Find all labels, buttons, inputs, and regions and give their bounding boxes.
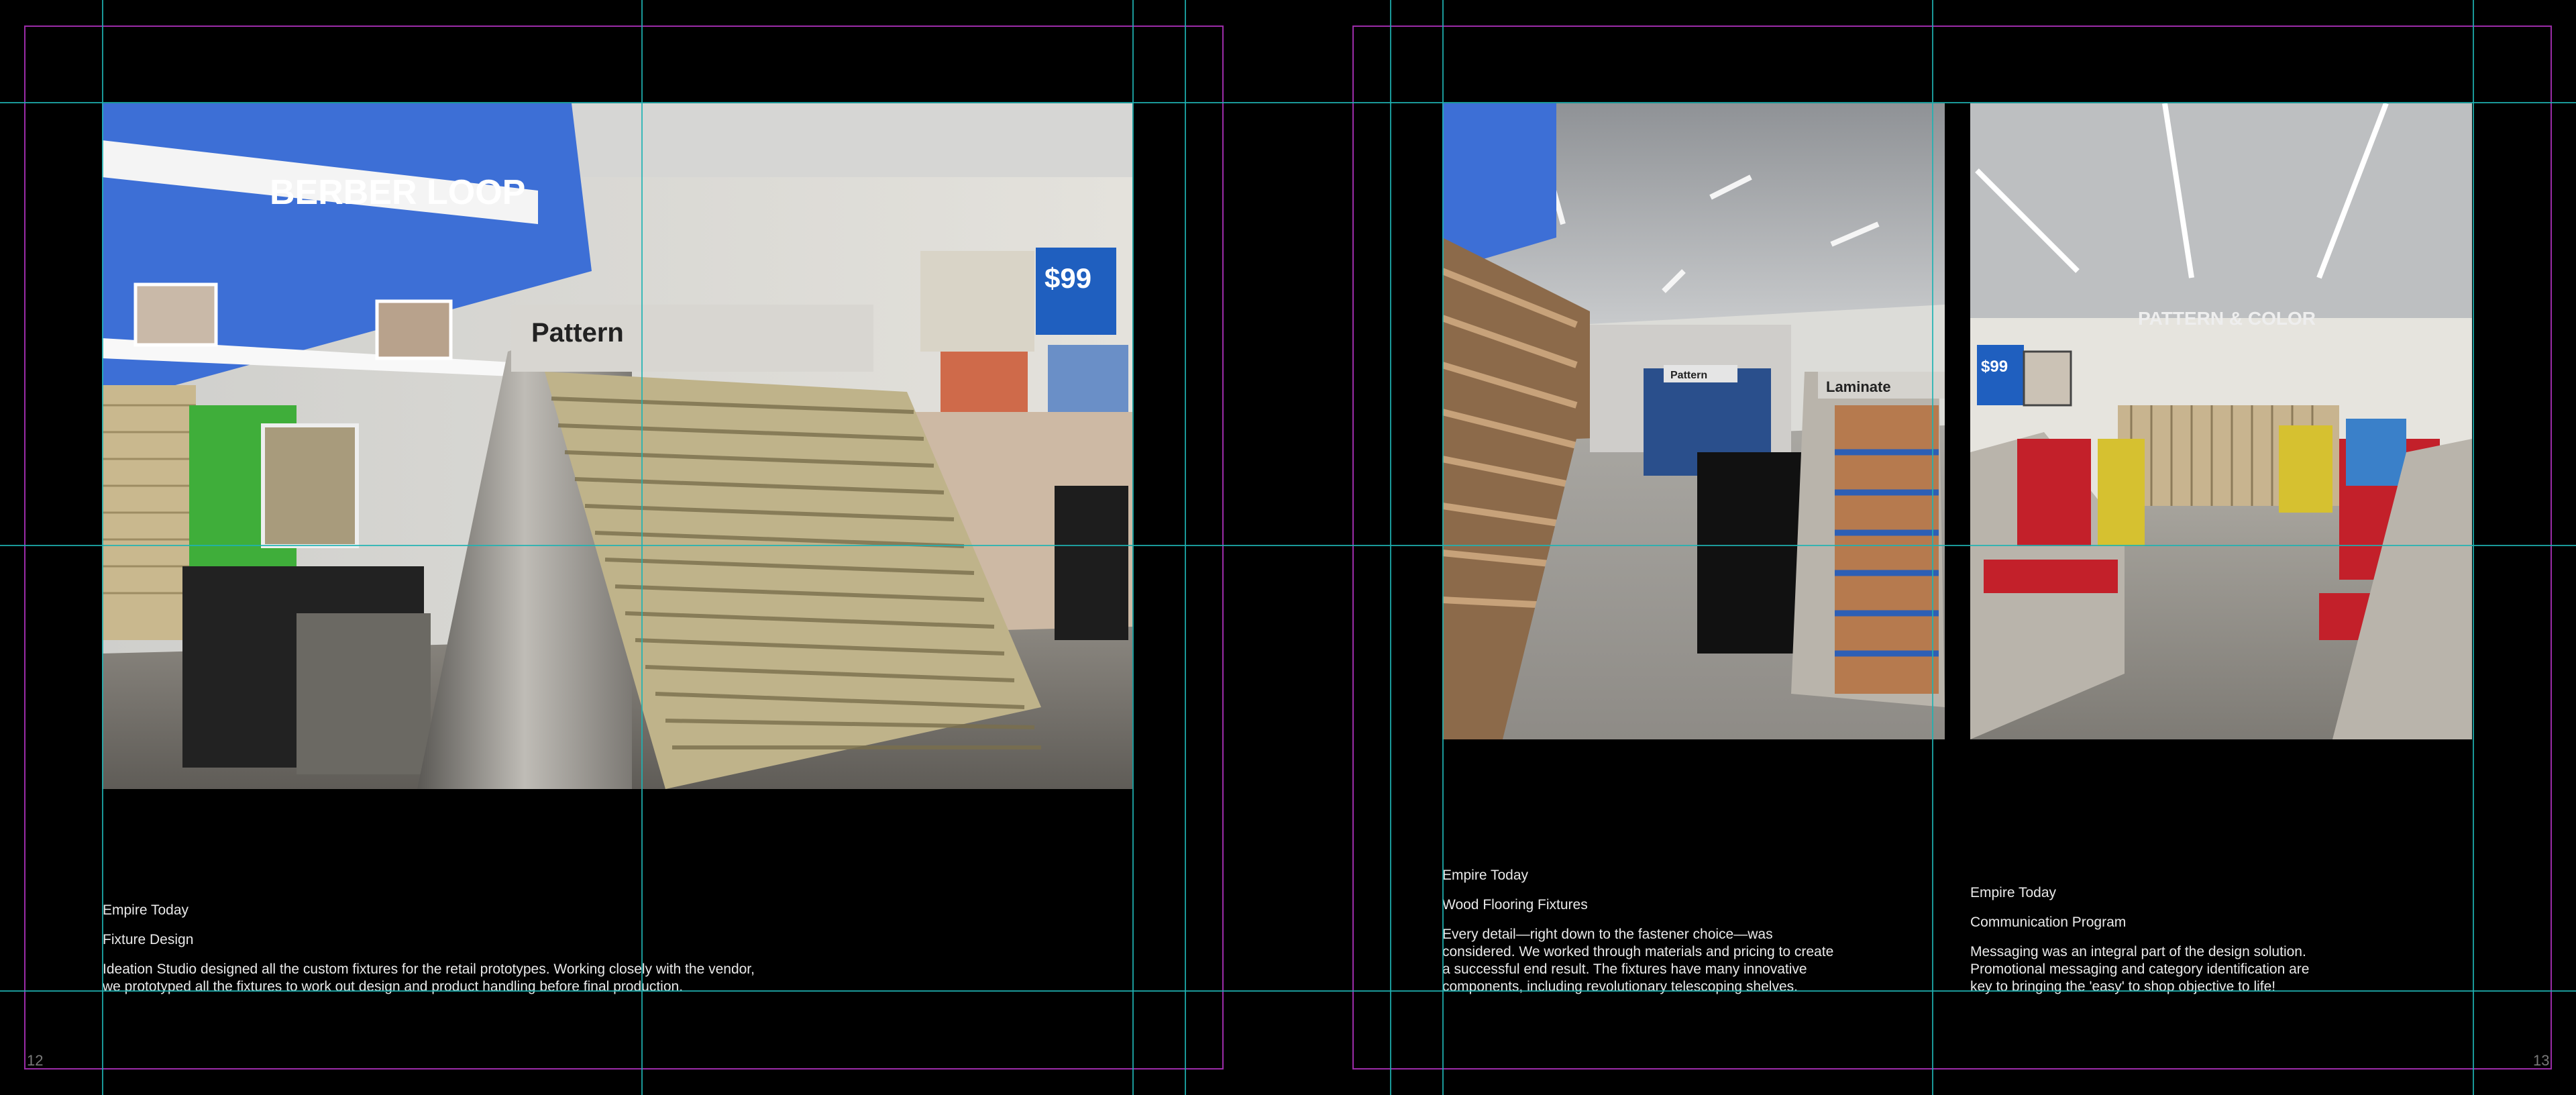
communication-program-photo: PATTERN & COLOR $99 [1970,103,2472,739]
wall-sign-text: BERBER LOOP [270,173,525,212]
right-page-number: 13 [2533,1052,2550,1069]
wood-flooring-fixtures-photo: Pattern Laminate [1442,103,1945,739]
caption-project: Communication Program [1970,915,2127,930]
guide-vertical [1132,0,1134,1095]
caption-client: Empire Today [103,902,189,918]
caption-body: Messaging was an integral part of the de… [1970,944,2310,994]
wall-sign-text: PATTERN & COLOR [2138,308,2316,329]
guide-vertical [1185,0,1186,1095]
caption-project: Fixture Design [103,932,194,947]
laminate-sign-text: Laminate [1826,378,1891,395]
guide-horizontal-bottom [0,990,2576,992]
guide-vertical [641,0,643,1095]
fixture-sign-text: Pattern [531,318,624,348]
price-sign-text: $99 [1981,358,2008,376]
guide-vertical [1932,0,1933,1095]
caption-body: Every detail—right down to the fastener … [1442,927,1834,994]
guide-vertical [2473,0,2474,1095]
guide-vertical [102,0,103,1095]
pattern-carpet-fixture-photo: BERBER LOOP $99 Pattern [102,103,1132,789]
guide-horizontal-top [0,102,2576,103]
right-caption-right: Empire Today Communication Program Messa… [1970,884,2480,996]
guide-vertical [1442,0,1444,1095]
right-caption-left: Empire Today Wood Flooring Fixtures Ever… [1442,867,1952,996]
caption-client: Empire Today [1442,868,1529,883]
price-sign-text: $99 [1044,262,1091,294]
left-page-number: 12 [27,1052,44,1069]
left-caption: Empire Today Fixture Design Ideation Stu… [103,902,908,996]
caption-project: Wood Flooring Fixtures [1442,897,1588,912]
guide-horizontal-middle [0,545,2576,546]
sub-sign-text: Pattern [1670,370,1707,381]
caption-client: Empire Today [1970,885,2057,900]
guide-vertical [1390,0,1391,1095]
